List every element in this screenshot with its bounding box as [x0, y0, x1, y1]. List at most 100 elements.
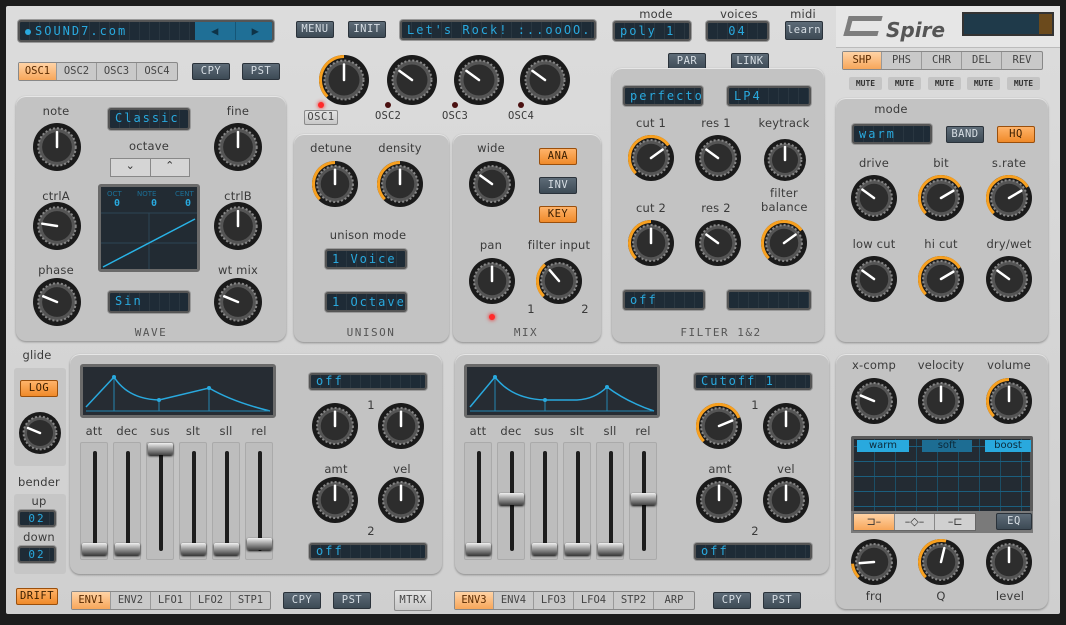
- menu-button[interactable]: MENU: [296, 21, 334, 38]
- mod2-amt2-knob[interactable]: [696, 477, 742, 527]
- fine-knob[interactable]: [214, 123, 262, 175]
- mod1-dest1-select[interactable]: off: [309, 373, 427, 390]
- band-button[interactable]: BAND: [946, 126, 984, 143]
- filter2-mod-select[interactable]: [727, 290, 811, 310]
- xcomp-knob[interactable]: [851, 378, 897, 428]
- key-button[interactable]: KEY: [539, 206, 577, 223]
- drive-knob[interactable]: [851, 175, 897, 225]
- eq-mode-boost[interactable]: boost: [985, 440, 1031, 452]
- hq-button[interactable]: HQ: [997, 126, 1035, 143]
- glide-knob[interactable]: [19, 412, 61, 458]
- mute-del-button[interactable]: MUTE: [967, 77, 1000, 90]
- mod1-sus-fader[interactable]: [146, 442, 174, 560]
- tab-lfo2[interactable]: LFO2: [191, 592, 231, 609]
- velocity-knob[interactable]: [918, 378, 964, 428]
- wave-select[interactable]: Sin: [108, 291, 190, 313]
- wide-knob[interactable]: [469, 161, 515, 211]
- tab-lfo1[interactable]: LFO1: [151, 592, 191, 609]
- tab-env3[interactable]: ENV3: [455, 592, 494, 609]
- filter2-type-select[interactable]: LP4: [727, 86, 811, 106]
- fader-handle[interactable]: [115, 543, 140, 555]
- level-knob[interactable]: [986, 539, 1032, 589]
- mod2-copy-button[interactable]: CPY: [713, 592, 751, 609]
- detune-knob[interactable]: [312, 161, 358, 211]
- octave-up-button[interactable]: ⌃: [151, 159, 190, 176]
- volume-knob[interactable]: [986, 378, 1032, 428]
- inv-button[interactable]: INV: [539, 177, 577, 194]
- mod2-vel1-knob[interactable]: [763, 403, 809, 453]
- tab-chr[interactable]: CHR: [922, 52, 962, 69]
- mod1-amt1-knob[interactable]: [312, 403, 358, 453]
- filter1-mod-select[interactable]: off: [623, 290, 705, 310]
- osc-copy-button[interactable]: CPY: [192, 63, 230, 80]
- osc-type-select[interactable]: Classic: [108, 108, 190, 130]
- preset-name-display[interactable]: Let's Rock! :..ooOO..: [400, 20, 596, 40]
- octave-down-button[interactable]: ⌄: [111, 159, 151, 176]
- filter-balance-knob[interactable]: [761, 220, 807, 270]
- tab-arp[interactable]: ARP: [654, 592, 694, 609]
- bender-down-display[interactable]: 02: [18, 546, 56, 563]
- mod1-vel2-knob[interactable]: [378, 477, 424, 527]
- mod2-amt1-knob[interactable]: [696, 403, 742, 453]
- bit-knob[interactable]: [918, 175, 964, 225]
- srate-knob[interactable]: [986, 175, 1032, 225]
- wt-mix-knob[interactable]: [214, 278, 262, 330]
- mod2-sus-fader[interactable]: [530, 442, 558, 560]
- fader-handle[interactable]: [499, 493, 524, 505]
- cut1-knob[interactable]: [628, 135, 674, 185]
- mod2-vel2-knob[interactable]: [763, 477, 809, 527]
- mod1-dest2-select[interactable]: off: [309, 543, 427, 560]
- cut2-knob[interactable]: [628, 220, 674, 270]
- preset-browser[interactable]: SOUND7.com ◀ ▶: [18, 20, 274, 42]
- tab-env2[interactable]: ENV2: [111, 592, 151, 609]
- tab-del[interactable]: DEL: [962, 52, 1002, 69]
- mute-chr-button[interactable]: MUTE: [928, 77, 961, 90]
- mod2-slt-fader[interactable]: [563, 442, 591, 560]
- tab-osc1[interactable]: OSC1: [19, 63, 57, 80]
- tab-rev[interactable]: REV: [1002, 52, 1042, 69]
- fx-mode-select[interactable]: warm: [852, 124, 932, 144]
- ana-button[interactable]: ANA: [539, 148, 577, 165]
- fader-handle[interactable]: [631, 493, 656, 505]
- tab-phs[interactable]: PHS: [882, 52, 922, 69]
- res2-knob[interactable]: [695, 220, 741, 270]
- voice-mode-select[interactable]: poly 1: [613, 21, 691, 41]
- res1-knob[interactable]: [695, 135, 741, 185]
- bender-up-display[interactable]: 02: [18, 510, 56, 527]
- note-knob[interactable]: [33, 123, 81, 175]
- fader-handle[interactable]: [466, 543, 491, 555]
- tab-osc2[interactable]: OSC2: [57, 63, 97, 80]
- fader-handle[interactable]: [214, 543, 239, 555]
- eq-mode-soft[interactable]: soft: [922, 440, 972, 452]
- mod2-dest2-select[interactable]: off: [694, 543, 812, 560]
- mute-rev-button[interactable]: MUTE: [1007, 77, 1040, 90]
- q-knob[interactable]: [918, 539, 964, 589]
- filter-input-knob[interactable]: [536, 258, 582, 308]
- mod1-amt2-knob[interactable]: [312, 477, 358, 527]
- mod1-copy-button[interactable]: CPY: [283, 592, 321, 609]
- unison-octave-select[interactable]: 1 Octave: [325, 292, 407, 312]
- tab-osc4[interactable]: OSC4: [137, 63, 177, 80]
- fader-handle[interactable]: [148, 443, 173, 455]
- osc-paste-button[interactable]: PST: [242, 63, 280, 80]
- fader-handle[interactable]: [181, 543, 206, 555]
- low-shelf-icon[interactable]: ⊐–: [854, 514, 894, 530]
- ctrla-knob[interactable]: [33, 202, 81, 254]
- low-cut-knob[interactable]: [851, 256, 897, 306]
- hi-cut-knob[interactable]: [918, 256, 964, 306]
- unison-mode-select[interactable]: 1 Voice: [325, 249, 407, 269]
- tab-env4[interactable]: ENV4: [494, 592, 534, 609]
- pan-knob[interactable]: [469, 258, 515, 308]
- tab-lfo3[interactable]: LFO3: [534, 592, 574, 609]
- fader-handle[interactable]: [565, 543, 590, 555]
- keytrack-knob[interactable]: [764, 139, 806, 185]
- midi-learn-button[interactable]: learn: [785, 21, 823, 40]
- mod2-dec-fader[interactable]: [497, 442, 525, 560]
- mute-shp-button[interactable]: MUTE: [849, 77, 882, 90]
- peak-icon[interactable]: –◇–: [893, 514, 935, 530]
- eq-mode-warm[interactable]: warm: [857, 440, 909, 452]
- mod2-att-fader[interactable]: [464, 442, 492, 560]
- osc3-level-knob[interactable]: [454, 55, 504, 109]
- filter1-type-select[interactable]: perfecto: [623, 86, 703, 106]
- mod2-sll-fader[interactable]: [596, 442, 624, 560]
